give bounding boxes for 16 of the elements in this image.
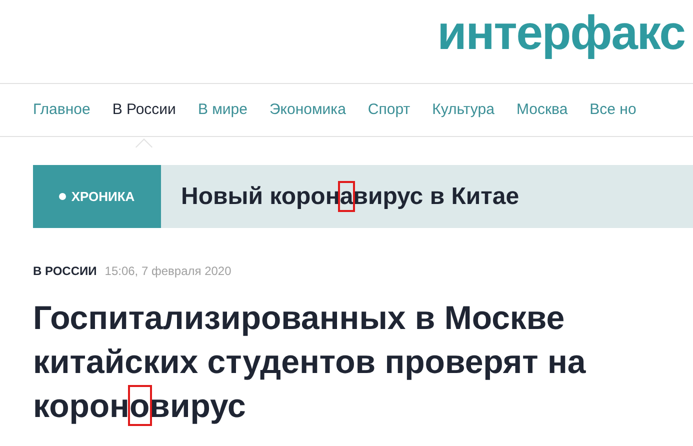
chronicle-banner[interactable]: Новый коронавирус в Китае: [161, 165, 693, 228]
chronicle-tag[interactable]: ХРОНИКА: [33, 165, 161, 228]
nav-link[interactable]: В России: [112, 98, 176, 122]
nav-link[interactable]: Экономика: [270, 98, 346, 122]
nav-link[interactable]: В мире: [198, 98, 248, 122]
logo[interactable]: интерфакс: [437, 10, 685, 58]
nav-link[interactable]: Спорт: [368, 98, 410, 122]
article-headline: Госпитализированных в Москве китайских студентов проверят на короновирус: [33, 298, 587, 426]
tag-label: ХРОНИКА: [71, 188, 135, 206]
nav-link[interactable]: Культура: [432, 98, 494, 122]
nav-link[interactable]: Главное: [33, 98, 90, 122]
nav-link[interactable]: Все но: [590, 98, 636, 122]
publish-time: 15:06, 7 февраля 2020: [104, 263, 232, 280]
section-label[interactable]: В РОССИИ: [33, 262, 97, 280]
nav-link[interactable]: Москва: [516, 98, 568, 122]
chronicle-title: Новый коронавирус в Китае: [181, 182, 520, 212]
